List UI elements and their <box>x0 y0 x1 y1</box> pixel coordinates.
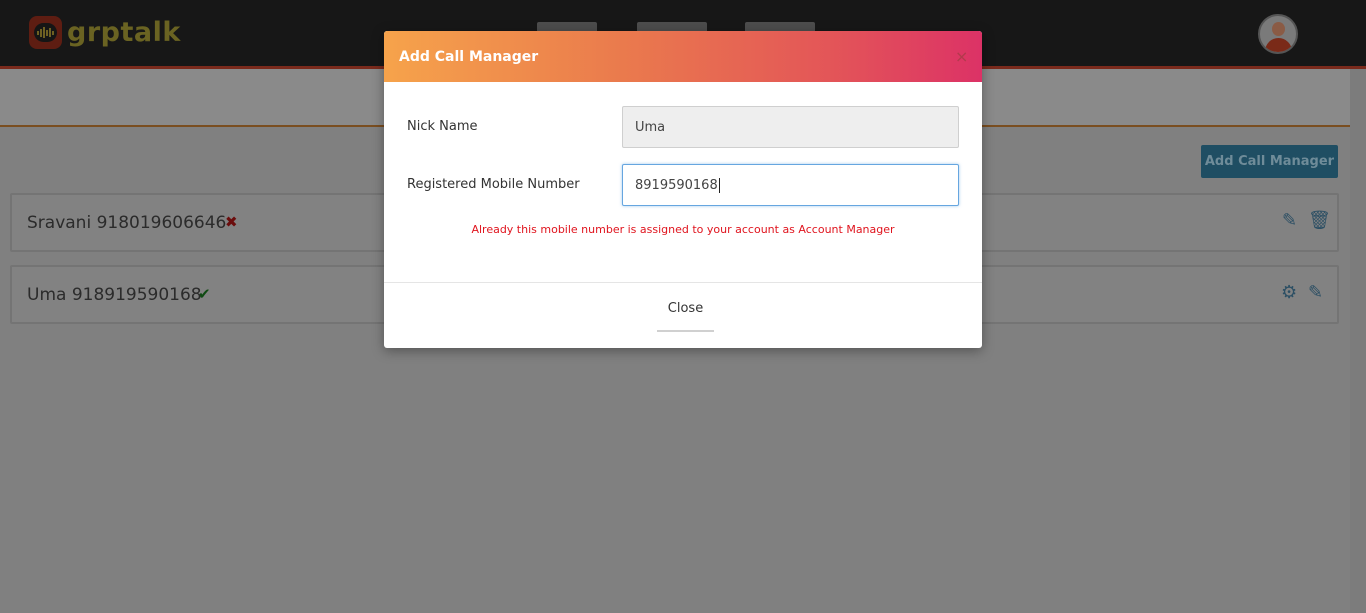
error-message: Already this mobile number is assigned t… <box>471 223 895 236</box>
modal-title: Add Call Manager <box>399 49 539 65</box>
close-button[interactable]: Close <box>657 301 714 332</box>
modal-footer-divider <box>384 282 982 283</box>
text-cursor <box>718 177 720 193</box>
mobile-number-field[interactable]: 8919590168 <box>622 164 959 206</box>
add-call-manager-modal: Add Call Manager × Nick Name Uma Registe… <box>384 31 982 348</box>
close-icon[interactable]: × <box>955 47 968 66</box>
nick-name-label: Nick Name <box>407 119 478 134</box>
mobile-number-label: Registered Mobile Number <box>407 177 580 192</box>
modal-header: Add Call Manager × <box>384 31 982 82</box>
nick-name-field[interactable]: Uma <box>622 106 959 148</box>
